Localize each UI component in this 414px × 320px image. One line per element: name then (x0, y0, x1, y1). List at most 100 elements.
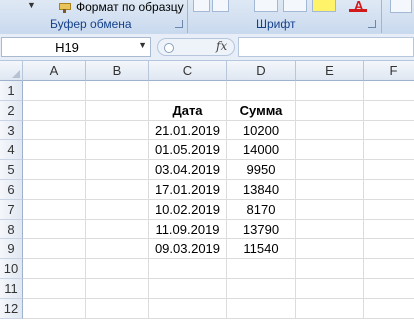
cell-c3[interactable]: 21.01.2019 (149, 120, 227, 141)
formula-input[interactable] (238, 37, 414, 57)
cell-a5[interactable] (23, 160, 86, 180)
cell-d11[interactable] (227, 279, 296, 299)
row-header-10[interactable]: 10 (0, 259, 23, 279)
row-header-8[interactable]: 8 (0, 219, 23, 240)
cell-d10[interactable] (227, 259, 296, 279)
cell-e3[interactable] (296, 120, 364, 141)
row-header-7[interactable]: 7 (0, 199, 23, 220)
row-header-2[interactable]: 2 (0, 100, 23, 121)
cell-a7[interactable] (23, 199, 86, 220)
cell-c9[interactable]: 09.03.2019 (149, 239, 227, 260)
column-header-a[interactable]: A (23, 61, 86, 81)
cell-e8[interactable] (296, 219, 364, 240)
cell-c6[interactable]: 17.01.2019 (149, 180, 227, 200)
cell-e2[interactable] (296, 100, 364, 121)
cell-f1[interactable] (364, 81, 414, 101)
row-header-3[interactable]: 3 (0, 120, 23, 141)
cell-a4[interactable] (23, 140, 86, 161)
font-button-1[interactable] (193, 0, 210, 12)
cell-b10[interactable] (86, 259, 149, 279)
cell-f11[interactable] (364, 279, 414, 299)
name-box[interactable]: H19 ▼ (1, 37, 151, 57)
cell-d6[interactable]: 13840 (227, 180, 296, 200)
cell-a11[interactable] (23, 279, 86, 299)
cell-f10[interactable] (364, 259, 414, 279)
cell-b8[interactable] (86, 219, 149, 240)
column-header-d[interactable]: D (227, 61, 296, 81)
column-header-f[interactable]: F (364, 61, 414, 81)
cell-f4[interactable] (364, 140, 414, 161)
cell-b4[interactable] (86, 140, 149, 161)
cell-b5[interactable] (86, 160, 149, 180)
cell-a9[interactable] (23, 239, 86, 260)
cell-e11[interactable] (296, 279, 364, 299)
row-header-9[interactable]: 9 (0, 239, 23, 260)
cell-a8[interactable] (23, 219, 86, 240)
cell-e4[interactable] (296, 140, 364, 161)
column-header-e[interactable]: E (296, 61, 364, 81)
cell-b9[interactable] (86, 239, 149, 260)
cell-b7[interactable] (86, 199, 149, 220)
cell-c7[interactable]: 10.02.2019 (149, 199, 227, 220)
row-header-1[interactable]: 1 (0, 81, 23, 101)
cell-d12[interactable] (227, 298, 296, 319)
alignment-button[interactable] (390, 0, 412, 13)
cell-b1[interactable] (86, 81, 149, 101)
cell-f5[interactable] (364, 160, 414, 180)
cell-a12[interactable] (23, 298, 86, 319)
cell-c2[interactable]: Дата (149, 100, 227, 121)
cell-c8[interactable]: 11.09.2019 (149, 219, 227, 240)
cell-c4[interactable]: 01.05.2019 (149, 140, 227, 161)
column-header-c[interactable]: C (149, 61, 227, 81)
cell-f6[interactable] (364, 180, 414, 200)
cell-f9[interactable] (364, 239, 414, 260)
cell-d8[interactable]: 13790 (227, 219, 296, 240)
font-button-3[interactable] (254, 0, 278, 12)
cell-c12[interactable] (149, 298, 227, 319)
dropdown-arrow-icon[interactable]: ▼ (27, 0, 36, 10)
cell-b2[interactable] (86, 100, 149, 121)
cell-a10[interactable] (23, 259, 86, 279)
cell-d5[interactable]: 9950 (227, 160, 296, 180)
cell-f12[interactable] (364, 299, 414, 319)
cell-d2[interactable]: Сумма (227, 100, 296, 121)
cell-e9[interactable] (296, 239, 364, 260)
cell-f8[interactable] (364, 220, 414, 240)
cell-b6[interactable] (86, 180, 149, 200)
cell-d1[interactable] (227, 81, 296, 101)
circle-icon[interactable] (164, 43, 174, 53)
format-painter-button[interactable]: Формат по образцу (58, 0, 184, 14)
row-header-12[interactable]: 12 (0, 298, 23, 319)
name-box-dropdown-icon[interactable]: ▼ (138, 40, 147, 50)
cell-e5[interactable] (296, 160, 364, 180)
cell-c5[interactable]: 03.04.2019 (149, 160, 227, 180)
cell-b3[interactable] (86, 120, 149, 141)
cell-f3[interactable] (364, 121, 414, 141)
cell-e10[interactable] (296, 259, 364, 279)
row-header-4[interactable]: 4 (0, 140, 23, 161)
cell-d9[interactable]: 11540 (227, 239, 296, 260)
cell-c1[interactable] (149, 81, 227, 101)
cell-d4[interactable]: 14000 (227, 140, 296, 161)
font-button-4[interactable] (283, 0, 307, 12)
cell-a1[interactable] (23, 81, 86, 101)
cell-f2[interactable] (364, 101, 414, 121)
cell-c10[interactable] (149, 259, 227, 279)
clipboard-dialog-launcher-icon[interactable] (175, 20, 183, 28)
cell-a2[interactable] (23, 100, 86, 121)
font-button-2[interactable] (212, 0, 229, 12)
font-dialog-launcher-icon[interactable] (368, 20, 376, 28)
highlight-color-button[interactable] (312, 0, 336, 12)
column-header-b[interactable]: B (86, 61, 149, 81)
cell-e7[interactable] (296, 199, 364, 220)
cell-f7[interactable] (364, 200, 414, 220)
cell-b12[interactable] (86, 298, 149, 319)
insert-function-icon[interactable]: fx (216, 39, 227, 53)
cell-c11[interactable] (149, 279, 227, 299)
cell-d7[interactable]: 8170 (227, 199, 296, 220)
row-header-11[interactable]: 11 (0, 279, 23, 299)
select-all-corner[interactable] (0, 61, 23, 81)
cell-e12[interactable] (296, 298, 364, 319)
row-header-6[interactable]: 6 (0, 180, 23, 200)
cell-e1[interactable] (296, 81, 364, 101)
